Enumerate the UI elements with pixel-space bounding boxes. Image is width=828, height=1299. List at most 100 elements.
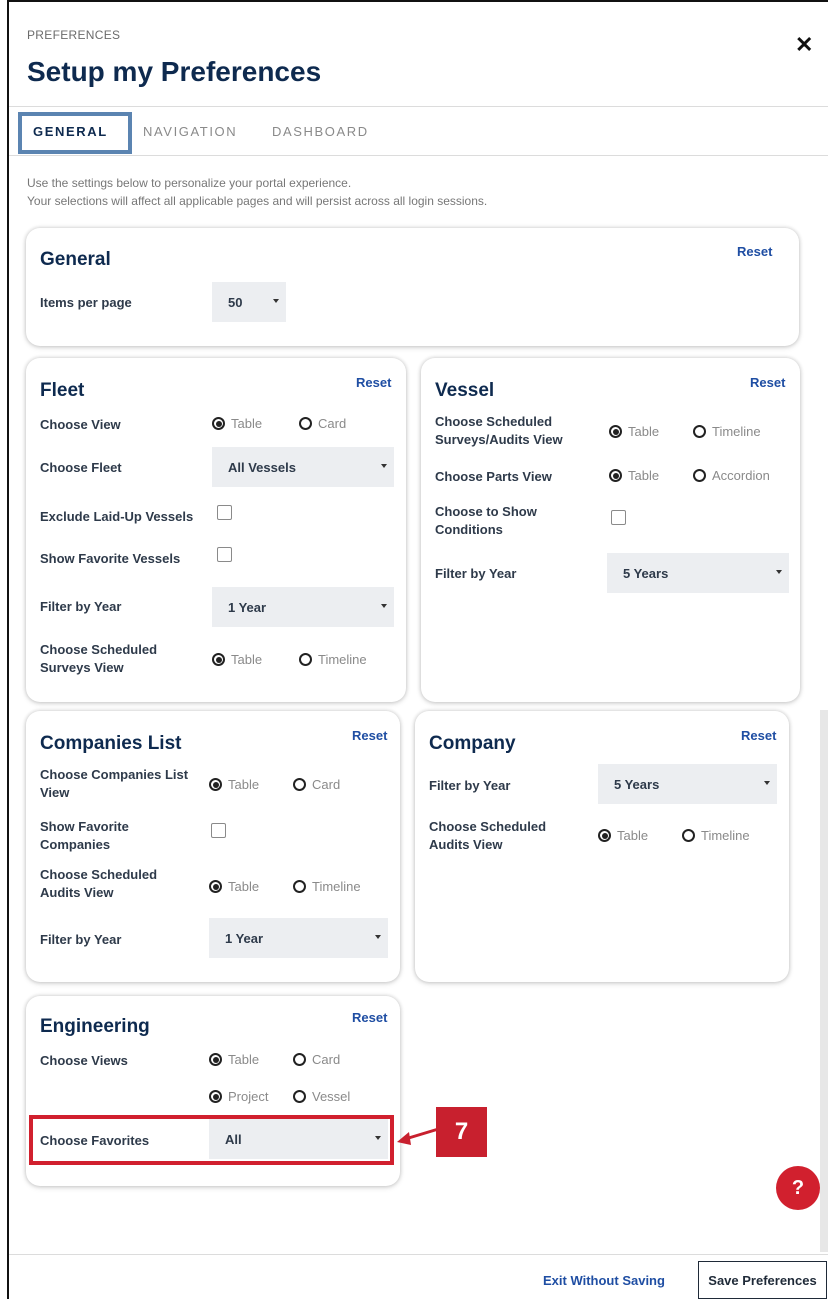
- radio-label: Table: [228, 1052, 260, 1067]
- radio-label: Card: [318, 416, 347, 431]
- radio-label: Timeline: [701, 828, 750, 843]
- company-card: Company Reset Filter by Year 5 Years Cho…: [415, 711, 789, 982]
- tab-general[interactable]: GENERAL: [33, 124, 108, 139]
- radio-label: Table: [628, 424, 660, 439]
- radio-selected-icon: [598, 829, 611, 842]
- vessel-conditions-label: Choose to Show Conditions: [435, 504, 537, 537]
- dialog-eyebrow: PREFERENCES: [27, 28, 121, 42]
- choose-fleet-select[interactable]: All Vessels: [212, 447, 394, 487]
- vessel-filter-year-label: Filter by Year: [435, 566, 517, 581]
- radio-label: Timeline: [312, 879, 361, 894]
- radio-unselected-icon: [299, 417, 312, 430]
- companies-audits-label: Choose Scheduled Audits View: [40, 867, 158, 900]
- radio-selected-icon: [212, 417, 225, 430]
- radio-label: Timeline: [318, 652, 367, 667]
- companies-favorites-checkbox[interactable]: [211, 823, 226, 838]
- engineering-views-label: Choose Views: [40, 1053, 128, 1068]
- engineering-views-project-radio[interactable]: Project: [209, 1089, 268, 1104]
- footer-divider: [9, 1254, 828, 1255]
- companies-audits-table-radio[interactable]: Table: [209, 879, 259, 894]
- fleet-view-card-radio[interactable]: Card: [299, 416, 346, 431]
- companies-view-card-radio[interactable]: Card: [293, 777, 340, 792]
- radio-label: Card: [312, 1052, 341, 1067]
- header-divider: [9, 106, 828, 107]
- radio-unselected-icon: [299, 653, 312, 666]
- radio-unselected-icon: [693, 425, 706, 438]
- exit-without-saving-link[interactable]: Exit Without Saving: [543, 1273, 665, 1288]
- vessel-reset-link[interactable]: Reset: [750, 375, 785, 390]
- fleet-view-table-radio[interactable]: Table: [212, 416, 262, 431]
- exclude-laid-up-checkbox[interactable]: [217, 505, 232, 520]
- vessel-scheduled-timeline-radio[interactable]: Timeline: [693, 424, 761, 439]
- vessel-parts-table-radio[interactable]: Table: [609, 468, 659, 483]
- scrollbar-track[interactable]: [820, 710, 828, 1252]
- general-card-title: General: [40, 249, 111, 270]
- general-card: General Reset Items per page 50: [26, 228, 799, 346]
- fleet-surveys-table-radio[interactable]: Table: [212, 652, 262, 667]
- fleet-surveys-timeline-radio[interactable]: Timeline: [299, 652, 367, 667]
- tab-dashboard[interactable]: DASHBOARD: [272, 124, 369, 139]
- radio-selected-icon: [609, 469, 622, 482]
- radio-selected-icon: [209, 1090, 222, 1103]
- engineering-views-table-radio[interactable]: Table: [209, 1052, 259, 1067]
- radio-label: Vessel: [312, 1089, 351, 1104]
- company-audits-label: Choose Scheduled Audits View: [429, 819, 547, 852]
- radio-selected-icon: [209, 778, 222, 791]
- intro-line-2: Your selections will affect all applicab…: [27, 194, 488, 208]
- close-icon[interactable]: ✕: [795, 32, 813, 58]
- vessel-scheduled-table-radio[interactable]: Table: [609, 424, 659, 439]
- fleet-filter-year-label: Filter by Year: [40, 599, 122, 614]
- fleet-filter-year-select[interactable]: 1 Year: [212, 587, 394, 627]
- help-icon[interactable]: ?: [776, 1166, 820, 1210]
- radio-label: Accordion: [712, 468, 770, 483]
- radio-unselected-icon: [293, 880, 306, 893]
- company-audits-table-radio[interactable]: Table: [598, 828, 648, 843]
- save-preferences-button[interactable]: Save Preferences: [698, 1261, 827, 1299]
- chevron-down-icon: [381, 464, 387, 468]
- vessel-conditions-checkbox[interactable]: [611, 510, 626, 525]
- companies-audits-timeline-radio[interactable]: Timeline: [293, 879, 361, 894]
- preferences-dialog: PREFERENCES Setup my Preferences ✕ GENER…: [7, 0, 828, 1299]
- companies-view-table-radio[interactable]: Table: [209, 777, 259, 792]
- show-favorite-vessels-checkbox[interactable]: [217, 547, 232, 562]
- fleet-filter-year-value: 1 Year: [228, 599, 267, 615]
- radio-selected-icon: [209, 1053, 222, 1066]
- chevron-down-icon: [776, 570, 782, 574]
- companies-list-reset-link[interactable]: Reset: [352, 728, 387, 743]
- companies-list-view-label: Choose Companies List View: [40, 767, 189, 800]
- radio-label: Timeline: [712, 424, 761, 439]
- general-reset-link[interactable]: Reset: [737, 244, 772, 259]
- tab-navigation[interactable]: NAVIGATION: [143, 124, 237, 139]
- items-per-page-label: Items per page: [40, 295, 132, 310]
- items-per-page-select[interactable]: 50: [212, 282, 286, 322]
- companies-filter-year-select[interactable]: 1 Year: [209, 918, 388, 958]
- company-filter-year-select[interactable]: 5 Years: [598, 764, 777, 804]
- chevron-down-icon: [375, 935, 381, 939]
- vessel-parts-accordion-radio[interactable]: Accordion: [693, 468, 770, 483]
- radio-unselected-icon: [693, 469, 706, 482]
- radio-selected-icon: [209, 880, 222, 893]
- fleet-card-title: Fleet: [40, 380, 85, 401]
- engineering-reset-link[interactable]: Reset: [352, 1010, 387, 1025]
- radio-label: Card: [312, 777, 341, 792]
- company-audits-timeline-radio[interactable]: Timeline: [682, 828, 750, 843]
- company-filter-year-label: Filter by Year: [429, 778, 511, 793]
- fleet-scheduled-surveys-label: Choose Scheduled Surveys View: [40, 642, 158, 675]
- choose-fleet-label: Choose Fleet: [40, 460, 122, 475]
- radio-label: Table: [628, 468, 660, 483]
- exclude-laid-up-label: Exclude Laid-Up Vessels: [40, 509, 194, 524]
- fleet-reset-link[interactable]: Reset: [356, 375, 391, 390]
- vessel-filter-year-select[interactable]: 5 Years: [607, 553, 789, 593]
- engineering-views-card-radio[interactable]: Card: [293, 1052, 340, 1067]
- company-card-title: Company: [429, 733, 516, 754]
- radio-label: Table: [228, 879, 260, 894]
- engineering-views-vessel-radio[interactable]: Vessel: [293, 1089, 350, 1104]
- companies-favorites-label: Show Favorite Companies: [40, 819, 129, 852]
- radio-unselected-icon: [293, 778, 306, 791]
- company-reset-link[interactable]: Reset: [741, 728, 776, 743]
- fleet-choose-view-label: Choose View: [40, 417, 121, 432]
- radio-label: Table: [228, 777, 260, 792]
- vessel-parts-label: Choose Parts View: [435, 469, 552, 484]
- vessel-filter-year-value: 5 Years: [623, 565, 669, 581]
- items-per-page-value: 50: [228, 294, 243, 310]
